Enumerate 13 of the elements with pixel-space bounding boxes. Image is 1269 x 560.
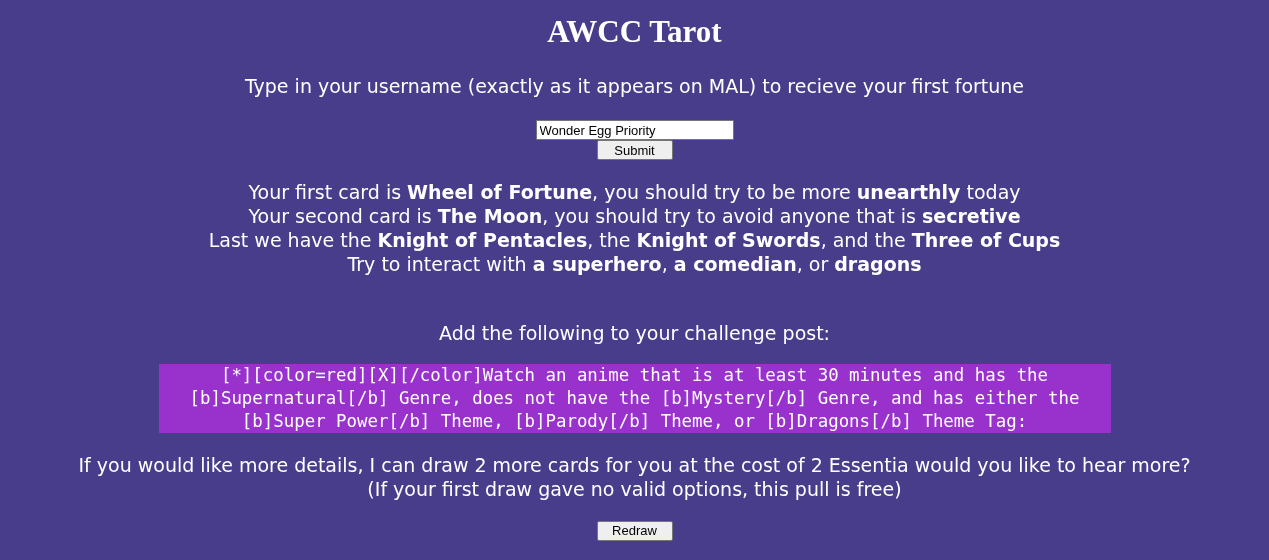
details-text: If you would like more details, I can draw 2 more cards for you at the cost of 2 Essentia would you like to hear more? [78,453,1191,478]
fortune-line: Last we have the Knight of Pentacles, the Knight of Swords, and the Three of Cups [208,228,1061,253]
submit-button[interactable]: Submit [596,140,673,161]
page-title: AWCC Tarot [547,13,722,51]
challenge-code: [*][color=red][X][/color]Watch an anime that is at least 30 minutes and has the [b]Supernatural[/b] Genre, does not have the [b]Mystery[/b] Genre, and has either the [b]Super Power[/b] Theme, [b]Parody[/b] Theme, or [b]Dragons[/b] Theme Tag: [158,364,1111,434]
fortune-line: Your second card is The Moon, you should try to avoid anyone that is secretive [248,204,1021,229]
instruction-text: Type in your username (exactly as it appears on MAL) to recieve your first fortune [244,75,1025,98]
fortune-line: Try to interact with a superhero, a comedian, or dragons [347,252,922,277]
redraw-button[interactable]: Redraw [596,520,673,541]
fortune-line: Your first card is Wheel of Fortune, you should try to be more unearthly today [248,180,1021,205]
challenge-heading: Add the following to your challenge post: [439,322,830,345]
details-text: (If your first draw gave no valid options, this pull is free) [367,477,902,502]
username-field[interactable]: Wonder Egg Priority [535,120,734,141]
